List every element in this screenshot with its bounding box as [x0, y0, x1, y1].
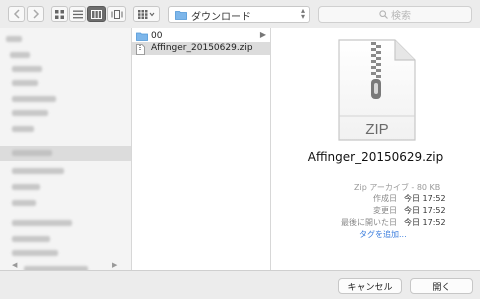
cover-flow-icon [111, 9, 122, 19]
icon-view-button[interactable] [51, 6, 68, 22]
sidebar-item[interactable] [12, 126, 34, 132]
zip-icon-label: ZIP [365, 121, 388, 138]
sidebar-item[interactable] [12, 184, 40, 190]
sidebar-item[interactable] [12, 250, 58, 256]
cancel-button[interactable]: キャンセル [338, 278, 402, 294]
sidebar-scroll-arrows[interactable]: ◀ ▶ [0, 261, 131, 269]
cover-flow-button[interactable] [107, 6, 126, 22]
open-button[interactable]: 開く [410, 278, 473, 294]
bottom-bar [0, 270, 480, 299]
info-key-modified: 変更日 [373, 206, 397, 215]
sidebar-item[interactable] [10, 52, 30, 58]
arrange-button[interactable] [133, 6, 160, 22]
sidebar-item[interactable] [12, 168, 64, 174]
list-view-button[interactable] [69, 6, 86, 22]
search-field[interactable]: 検索 [318, 6, 472, 23]
info-value-last-opened: 今日 17:52 [404, 218, 446, 227]
folder-icon [136, 32, 148, 41]
preview-kind: Zip アーカイブ - 80 KB [354, 183, 441, 192]
info-value-modified: 今日 17:52 [404, 206, 446, 215]
list-item-name: Affinger_20150629.zip [151, 43, 253, 53]
column-view-icon [91, 9, 102, 19]
scroll-left-icon[interactable]: ◀ [12, 261, 17, 269]
list-view-icon [72, 10, 83, 18]
arrange-grid-icon [138, 9, 155, 19]
list-item[interactable]: Affinger_20150629.zip [132, 42, 270, 55]
search-icon [379, 10, 388, 19]
sidebar-item[interactable] [12, 236, 50, 242]
sidebar-item[interactable] [12, 220, 72, 226]
list-item-name: 00 [151, 31, 163, 41]
icon-view-icon [55, 9, 64, 19]
info-key-created: 作成日 [373, 194, 397, 203]
sidebar-item[interactable] [12, 150, 52, 156]
info-value-created: 今日 17:52 [404, 194, 446, 203]
search-placeholder: 検索 [391, 11, 411, 22]
disclosure-arrow-icon: ▶ [259, 30, 266, 39]
forward-button[interactable] [27, 6, 44, 22]
zip-document-icon: ZIP [338, 39, 416, 141]
sidebar-item[interactable] [6, 36, 22, 42]
sidebar-item[interactable] [12, 96, 56, 102]
sidebar [0, 28, 131, 272]
path-label: ダウンロード [191, 12, 251, 23]
folder-icon [175, 11, 187, 20]
sidebar-item[interactable] [12, 200, 36, 206]
file-column: 00 ▶ Affinger_20150629.zip [131, 28, 271, 270]
scroll-right-icon[interactable]: ▶ [112, 261, 117, 269]
toolbar: ダウンロード ▴ ▾ 検索 [0, 0, 480, 28]
chevron-left-icon [13, 9, 20, 19]
sidebar-item[interactable] [12, 66, 42, 72]
back-button[interactable] [8, 6, 25, 22]
up-down-arrows-icon: ▴ ▾ [300, 6, 305, 21]
sidebar-item[interactable] [12, 110, 48, 116]
preview-file-name: Affinger_20150629.zip [307, 150, 444, 164]
column-view-button[interactable] [87, 6, 106, 22]
info-key-last-opened: 最後に開いた日 [341, 218, 397, 227]
path-popup[interactable]: ダウンロード ▴ ▾ [168, 6, 310, 23]
sidebar-item[interactable] [12, 80, 38, 86]
zip-file-icon [136, 44, 145, 55]
chevron-right-icon [32, 9, 39, 19]
add-tags-link[interactable]: タグを追加... [359, 229, 407, 240]
